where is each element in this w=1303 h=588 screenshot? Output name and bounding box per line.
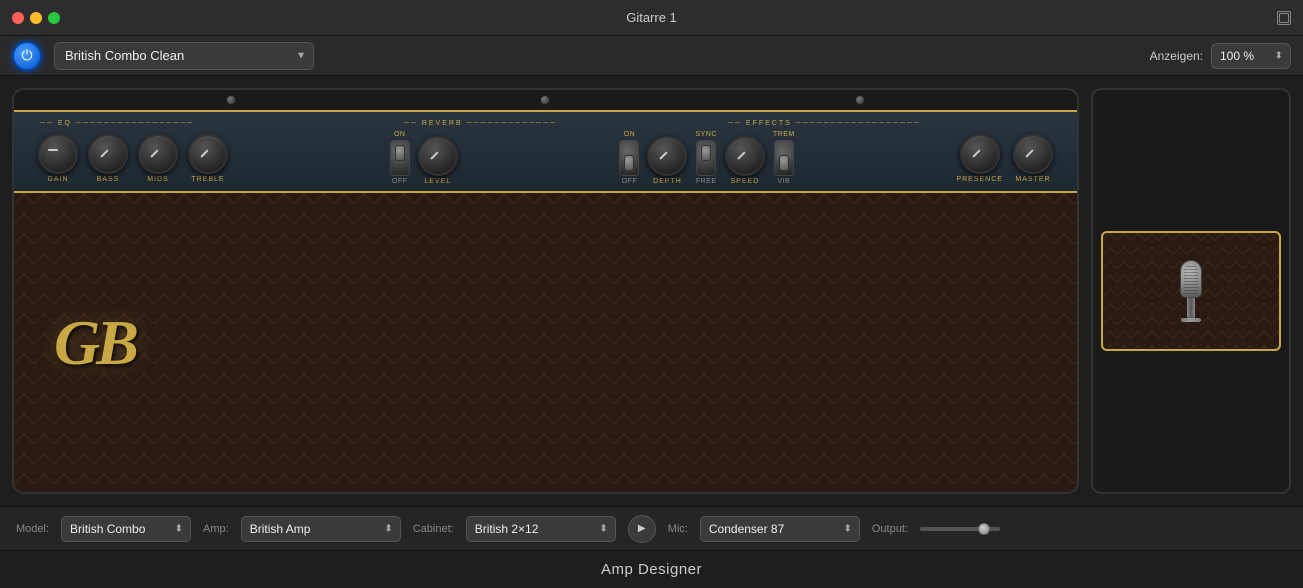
free-label: FREE (696, 178, 717, 185)
speed-knob-group: SPEED (725, 136, 765, 185)
preset-select[interactable]: British Combo Clean (54, 42, 314, 70)
depth-knob[interactable] (647, 136, 687, 176)
cabinet-select[interactable]: British 2×12 (466, 516, 616, 542)
trem-vib-toggle[interactable] (774, 140, 794, 176)
microphone (1180, 260, 1202, 322)
footer-title: Amp Designer (601, 561, 702, 578)
footer: Amp Designer (0, 550, 1303, 588)
amp-select[interactable]: British Amp (241, 516, 401, 542)
minimize-button[interactable] (30, 12, 42, 24)
gain-knob[interactable] (38, 134, 78, 174)
gain-knob-group: GAIN (38, 134, 78, 183)
toolbar: British Combo Clean ▼ Anzeigen: 100 % ⬍ (0, 36, 1303, 76)
mic-select[interactable]: Condenser 87 (700, 516, 860, 542)
level-knob-group: LEVEL (418, 136, 458, 185)
sync-label: SYNC (695, 131, 716, 138)
traffic-lights (12, 12, 60, 24)
depth-label: DEPTH (653, 178, 682, 185)
effects-toggle[interactable] (619, 140, 639, 176)
gain-label: GAIN (47, 176, 68, 183)
effects-off-label: OFF (622, 178, 638, 185)
presence-knob-group: PRESENCE (956, 134, 1003, 183)
reverb-toggle-group: ON OFF (390, 131, 410, 185)
presence-knob[interactable] (960, 134, 1000, 174)
mic-label: Mic: (668, 523, 688, 535)
mids-knob[interactable] (138, 134, 178, 174)
amp-label: Amp: (203, 523, 229, 535)
mids-knob-group: MIDS (138, 134, 178, 183)
output-label: Output: (872, 523, 908, 535)
amp-select-wrapper: British Amp ⬍ (241, 516, 401, 542)
effects-toggle-group: ON OFF (619, 131, 639, 185)
effects-lever (624, 155, 634, 171)
screw-2 (540, 95, 550, 105)
zoom-select-wrapper: 100 % ⬍ (1211, 43, 1291, 69)
screw-1 (226, 95, 236, 105)
mic-head (1180, 260, 1202, 298)
restore-button[interactable] (1277, 11, 1291, 25)
mic-body (1187, 298, 1195, 318)
reverb-toggle[interactable] (390, 140, 410, 176)
effects-on-label: ON (624, 131, 636, 138)
bass-knob[interactable] (88, 134, 128, 174)
presence-label: PRESENCE (956, 176, 1003, 183)
mic-select-wrapper: Condenser 87 ⬍ (700, 516, 860, 542)
master-knob[interactable] (1013, 134, 1053, 174)
level-knob[interactable] (418, 136, 458, 176)
vib-label: VIB (777, 178, 790, 185)
speaker-grille: GB (14, 193, 1077, 492)
close-button[interactable] (12, 12, 24, 24)
trem-vib-toggle-group: TREM VIB (773, 131, 795, 185)
sync-lever (701, 145, 711, 161)
window-title: Gitarre 1 (626, 10, 677, 25)
cabinet-inner (1101, 231, 1281, 351)
sync-toggle[interactable] (696, 140, 716, 176)
toolbar-right: Anzeigen: 100 % ⬍ (1150, 43, 1291, 69)
bass-knob-group: BASS (88, 134, 128, 183)
title-bar: Gitarre 1 (0, 0, 1303, 36)
preset-select-wrapper: British Combo Clean ▼ (54, 42, 314, 70)
output-slider-thumb (978, 523, 990, 535)
mic-base (1181, 318, 1201, 322)
model-label: Model: (16, 523, 49, 535)
amp-top-screws (14, 90, 1077, 110)
bottom-bar: Model: British Combo ⬍ Amp: British Amp … (0, 506, 1303, 550)
trem-vib-lever (779, 155, 789, 171)
maximize-button[interactable] (48, 12, 60, 24)
output-slider[interactable] (920, 527, 1000, 531)
mids-label: MIDS (147, 176, 169, 183)
reverb-on-label: ON (394, 131, 406, 138)
depth-knob-group: DEPTH (647, 136, 687, 185)
amp-logo: GB (54, 306, 135, 380)
cabinet-label: Cabinet: (413, 523, 454, 535)
master-label: MASTER (1015, 176, 1050, 183)
amp-head: ── EQ ───────────────── ── REVERB ──────… (12, 88, 1079, 494)
bass-label: BASS (97, 176, 120, 183)
anzeigen-label: Anzeigen: (1150, 49, 1203, 63)
speed-knob[interactable] (725, 136, 765, 176)
treble-knob-group: TREBLE (188, 134, 228, 183)
reverb-off-label: OFF (392, 178, 408, 185)
sync-toggle-group: SYNC FREE (695, 131, 716, 185)
model-select-wrapper: British Combo ⬍ (61, 516, 191, 542)
main-content: ── EQ ───────────────── ── REVERB ──────… (0, 76, 1303, 506)
power-button[interactable] (12, 41, 42, 71)
speed-label: SPEED (731, 178, 760, 185)
treble-knob[interactable] (188, 134, 228, 174)
zoom-select[interactable]: 100 % (1211, 43, 1291, 69)
cabinet-container (1091, 88, 1291, 494)
treble-label: TREBLE (191, 176, 224, 183)
play-button[interactable]: ▶ (628, 515, 656, 543)
play-icon: ▶ (638, 523, 646, 534)
master-knob-group: MASTER (1013, 134, 1053, 183)
model-select[interactable]: British Combo (61, 516, 191, 542)
trem-label: TREM (773, 131, 795, 138)
control-panel: ── EQ ───────────────── ── REVERB ──────… (14, 110, 1077, 193)
reverb-lever (395, 145, 405, 161)
grille-pattern (14, 193, 1077, 492)
cabinet-select-wrapper: British 2×12 ⬍ (466, 516, 616, 542)
level-label: LEVEL (424, 178, 451, 185)
screw-3 (855, 95, 865, 105)
